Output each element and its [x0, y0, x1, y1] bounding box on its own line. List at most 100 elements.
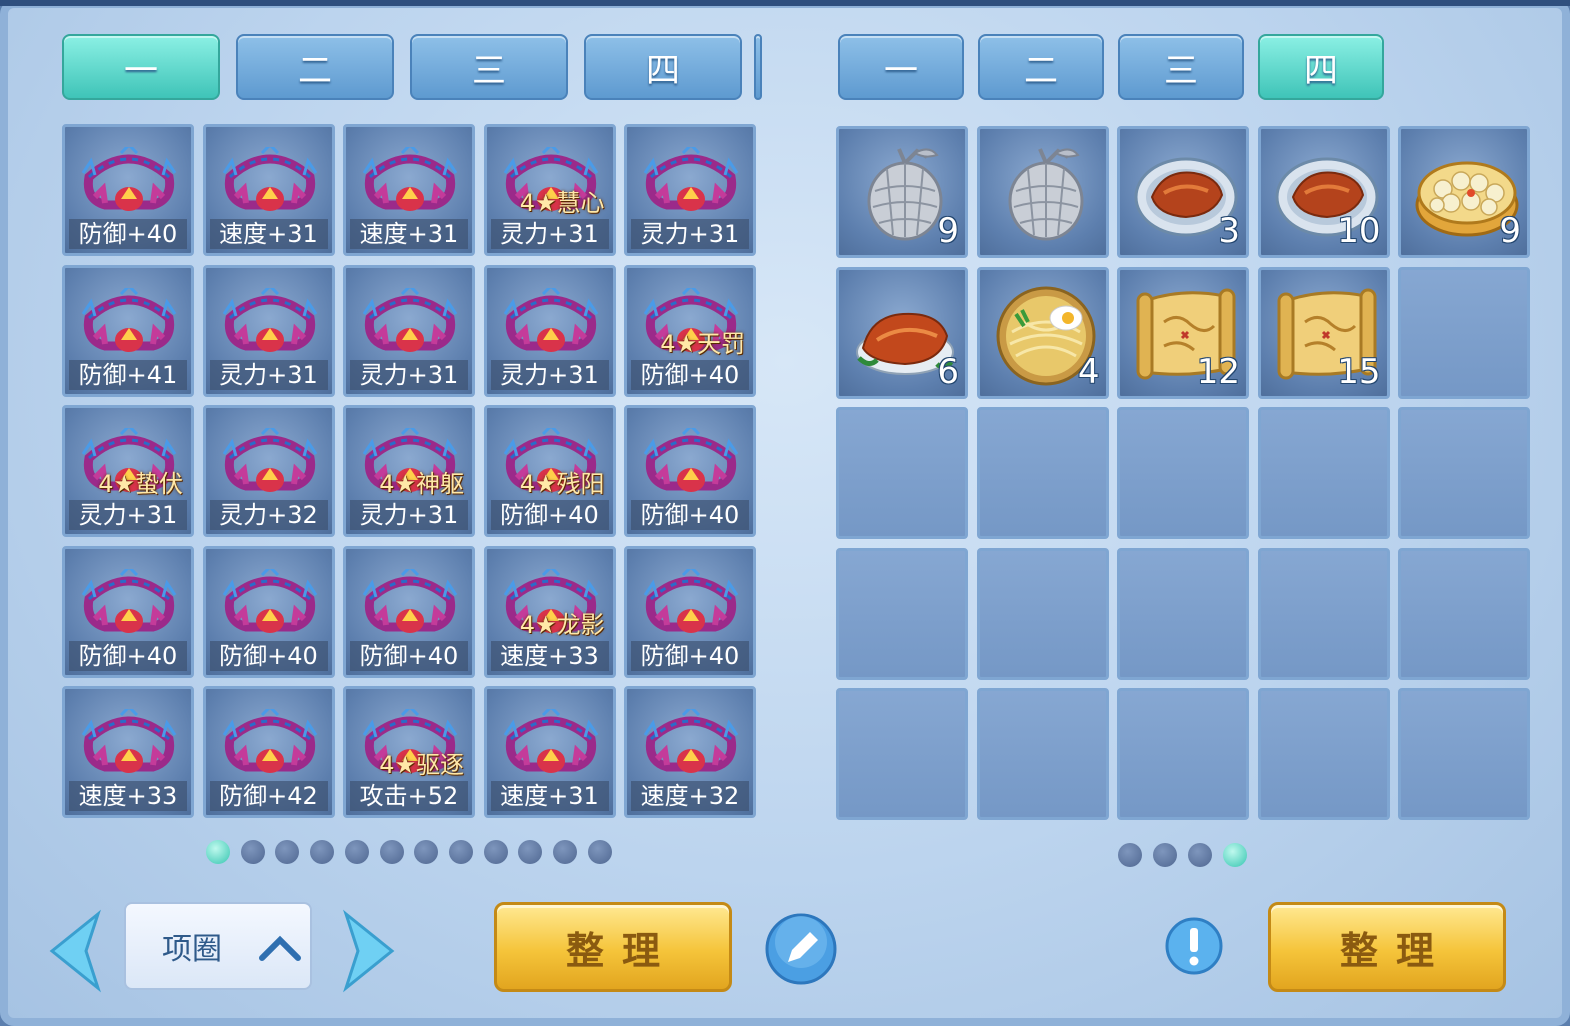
empty-slot[interactable] — [836, 407, 968, 539]
item-slot[interactable] — [976, 126, 1109, 258]
equipment-slot[interactable]: 防御+42 — [202, 686, 335, 818]
equipment-slot[interactable]: 4★神躯 灵力+31 — [343, 405, 475, 537]
equipment-slot[interactable]: 速度+32 — [624, 686, 756, 818]
left-sort-button[interactable]: 整理 — [494, 902, 732, 992]
item-slot[interactable]: 10 — [1257, 126, 1390, 258]
left-tab-label: 一 — [124, 50, 158, 91]
right-page-dot[interactable] — [1223, 843, 1247, 867]
next-category-button[interactable] — [336, 906, 406, 996]
equipment-slot[interactable]: 灵力+31 — [483, 264, 616, 397]
left-page-dot[interactable] — [344, 840, 369, 864]
equipment-slot[interactable]: 速度+31 — [343, 124, 475, 256]
equipment-stat-label: 防御+40 — [209, 640, 328, 671]
left-tab-1[interactable]: 一 — [62, 34, 220, 100]
right-tab-4[interactable]: 四 — [1258, 34, 1384, 100]
item-slot[interactable]: 15 — [1257, 266, 1390, 399]
item-slot[interactable]: 12 — [1117, 266, 1249, 399]
empty-slot[interactable] — [1398, 266, 1530, 399]
empty-slot[interactable] — [1257, 407, 1390, 539]
equipment-slot[interactable]: 灵力+31 — [202, 264, 335, 397]
right-page-dot[interactable] — [1153, 843, 1177, 867]
equipment-slot[interactable]: 4★残阳 防御+40 — [483, 405, 616, 537]
equipment-slot[interactable]: 4★慧心 灵力+31 — [483, 124, 616, 256]
equipment-affix-label: 4★蛰伏 — [98, 470, 183, 498]
equipment-slot[interactable]: 防御+40 — [624, 545, 756, 678]
equipment-slot[interactable]: 防御+41 — [62, 264, 194, 397]
equipment-slot[interactable]: 灵力+32 — [202, 405, 335, 537]
equipment-slot[interactable]: 防御+40 — [624, 405, 756, 537]
item-slot[interactable]: 3 — [1117, 126, 1249, 258]
equipment-slot[interactable]: 4★蛰伏 灵力+31 — [62, 405, 194, 537]
left-page-dot[interactable] — [240, 840, 265, 864]
right-tab-label: 二 — [1024, 50, 1058, 91]
collar-icon — [503, 287, 598, 352]
item-count: 15 — [1337, 351, 1381, 392]
equipment-slot[interactable]: 灵力+31 — [343, 264, 475, 397]
left-tab-label: 三 — [472, 50, 506, 91]
equipment-stat-label: 防御+40 — [631, 500, 749, 530]
item-slot[interactable]: 9 — [1398, 126, 1530, 258]
collar-icon — [362, 568, 458, 633]
empty-slot[interactable] — [1117, 407, 1249, 539]
equipment-stat-label: 防御+40 — [69, 219, 187, 249]
left-tab-3[interactable]: 三 — [410, 34, 568, 100]
right-tab-1[interactable]: 一 — [838, 34, 964, 100]
equipment-slot[interactable]: 防御+40 — [62, 124, 194, 256]
equipment-slot[interactable]: 4★龙影 速度+33 — [483, 545, 616, 678]
category-select[interactable]: 项圈 — [124, 902, 312, 990]
collar-icon — [81, 287, 177, 352]
equipment-stat-label: 防御+40 — [631, 640, 749, 671]
help-button[interactable] — [1164, 916, 1224, 976]
prev-category-button[interactable] — [38, 906, 108, 996]
equipment-slot[interactable]: 防御+40 — [343, 545, 475, 678]
empty-slot[interactable] — [1398, 407, 1530, 539]
empty-slot[interactable] — [1117, 688, 1249, 820]
left-tab-overflow[interactable] — [754, 34, 762, 100]
left-page-dot[interactable] — [483, 840, 508, 864]
right-tab-2[interactable]: 二 — [978, 34, 1104, 100]
empty-slot[interactable] — [1257, 547, 1390, 680]
left-page-dot[interactable] — [310, 840, 335, 864]
left-page-dot[interactable] — [414, 840, 439, 864]
empty-slot[interactable] — [1398, 547, 1530, 680]
right-sort-button[interactable]: 整理 — [1268, 902, 1506, 992]
arrow-right-icon — [343, 909, 395, 993]
empty-slot[interactable] — [976, 688, 1109, 820]
top-bar — [0, 0, 1570, 6]
collar-icon — [362, 287, 458, 352]
equipment-slot[interactable]: 灵力+31 — [624, 124, 756, 256]
item-slot[interactable]: 9 — [836, 126, 968, 258]
empty-slot[interactable] — [1398, 688, 1530, 820]
empty-slot[interactable] — [836, 547, 968, 680]
left-tab-4[interactable]: 四 — [584, 34, 742, 100]
left-page-dot[interactable] — [587, 840, 612, 864]
equipment-slot[interactable]: 防御+40 — [202, 545, 335, 678]
left-tab-label: 四 — [646, 50, 680, 91]
left-page-dot[interactable] — [448, 840, 473, 864]
equipment-slot[interactable]: 速度+31 — [202, 124, 335, 256]
left-page-dot[interactable] — [206, 840, 230, 864]
equipment-slot[interactable]: 4★驱逐 攻击+52 — [343, 686, 475, 818]
equipment-stat-label: 速度+32 — [631, 781, 749, 811]
equipment-affix-label: 4★天罚 — [660, 329, 745, 358]
right-page-dot[interactable] — [1188, 843, 1212, 867]
left-tab-2[interactable]: 二 — [236, 34, 394, 100]
equipment-slot[interactable]: 速度+33 — [62, 686, 194, 818]
empty-slot[interactable] — [976, 407, 1109, 539]
item-slot[interactable]: 4 — [976, 266, 1109, 399]
empty-slot[interactable] — [1117, 547, 1249, 680]
equipment-slot[interactable]: 防御+40 — [62, 545, 194, 678]
equipment-slot[interactable]: 4★天罚 防御+40 — [624, 264, 756, 397]
right-tab-3[interactable]: 三 — [1118, 34, 1244, 100]
item-slot[interactable]: 6 — [836, 266, 968, 399]
right-page-dot[interactable] — [1118, 843, 1142, 867]
left-sort-label: 整理 — [565, 928, 678, 973]
left-page-dot[interactable] — [553, 840, 577, 864]
empty-slot[interactable] — [976, 547, 1109, 680]
left-page-dot[interactable] — [379, 840, 404, 864]
equipment-stat-label: 防御+40 — [350, 640, 468, 671]
equipment-slot[interactable]: 速度+31 — [483, 686, 616, 818]
empty-slot[interactable] — [836, 688, 968, 820]
empty-slot[interactable] — [1257, 688, 1390, 820]
edit-button[interactable] — [764, 912, 838, 986]
